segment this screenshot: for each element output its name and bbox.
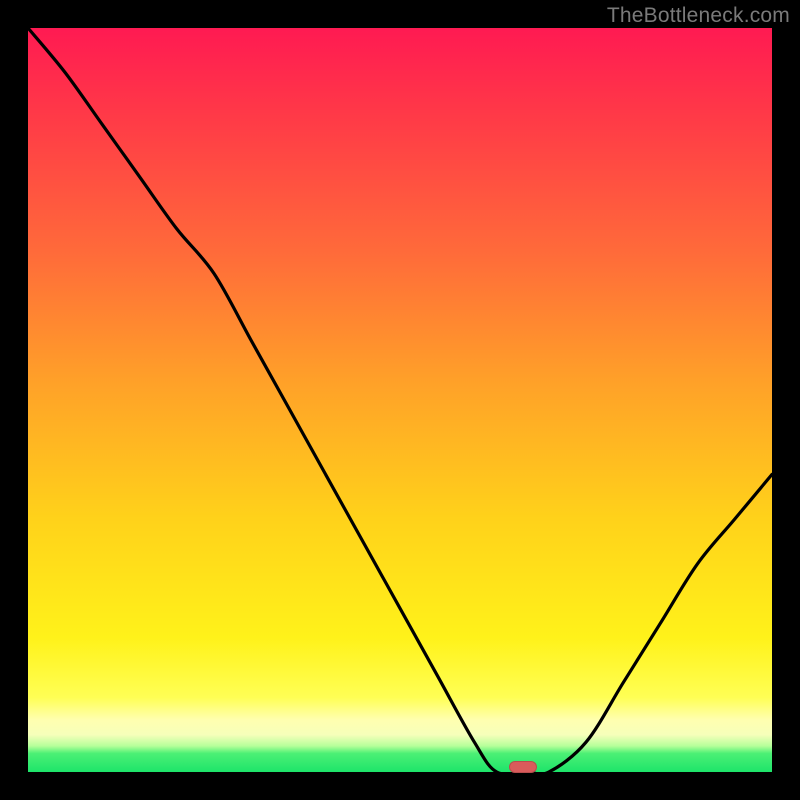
optimal-point-marker xyxy=(509,761,537,773)
bottleneck-curve xyxy=(28,28,772,772)
watermark-text: TheBottleneck.com xyxy=(607,4,790,28)
plot-area xyxy=(28,28,772,772)
chart-frame: TheBottleneck.com xyxy=(0,0,800,800)
